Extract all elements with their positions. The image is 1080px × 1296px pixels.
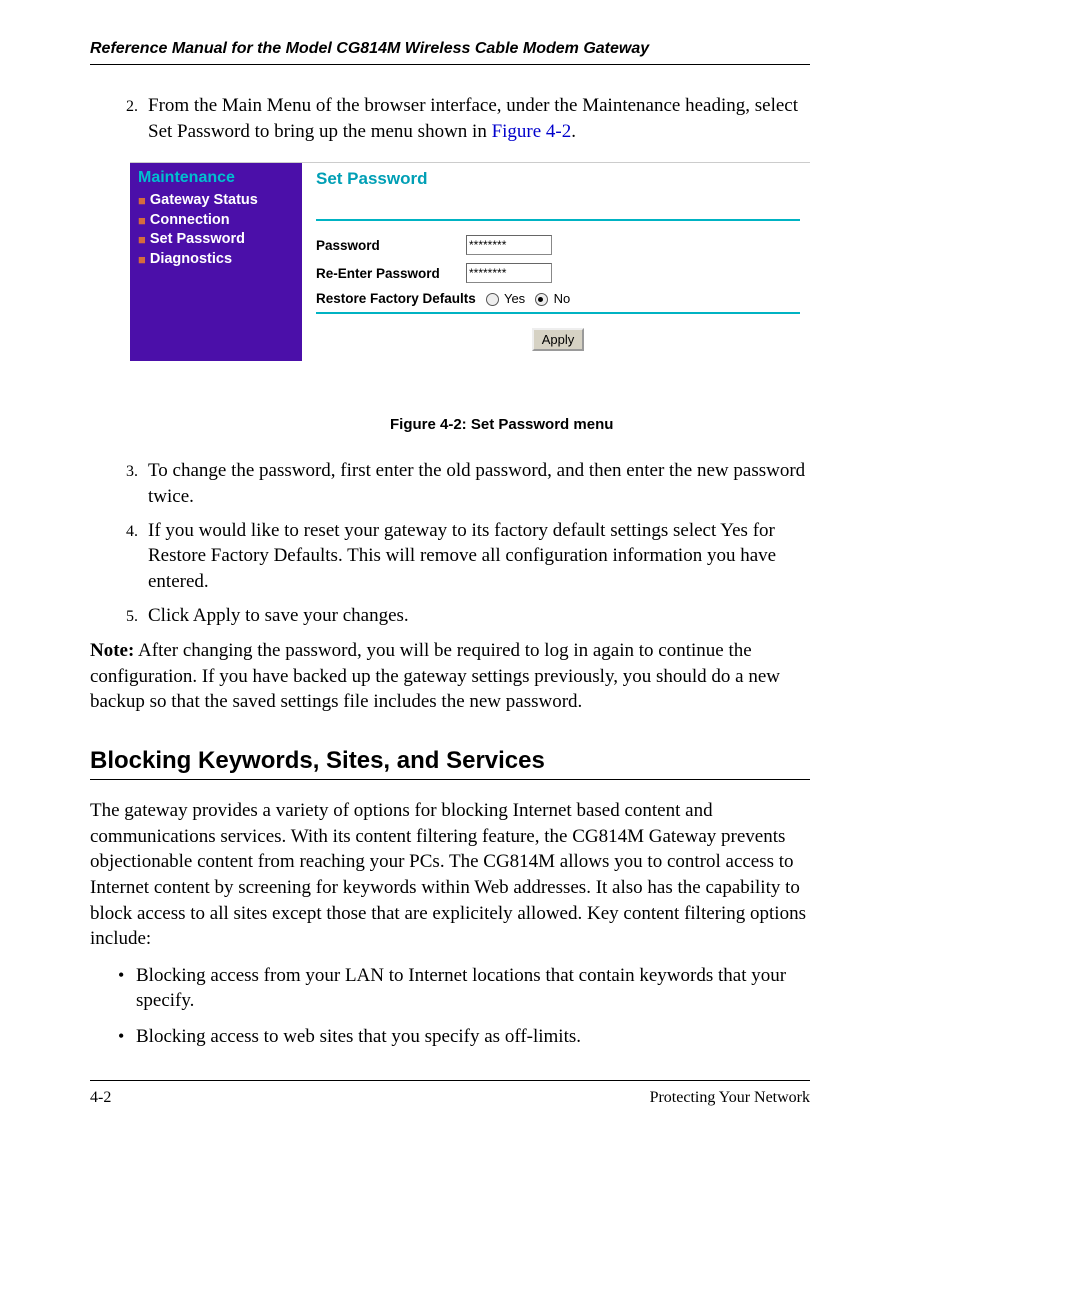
panel-title: Set Password: [316, 169, 800, 189]
bullet-icon: ■: [138, 251, 146, 269]
note-paragraph: Note: After changing the password, you w…: [90, 638, 810, 715]
sidebar-item-gateway-status[interactable]: ■Gateway Status: [138, 191, 294, 211]
sidebar: Maintenance ■Gateway Status ■Connection …: [130, 163, 302, 361]
section-body: The gateway provides a variety of option…: [90, 798, 810, 952]
main-panel: Set Password Password Re-Enter Password …: [302, 163, 810, 361]
sidebar-item-connection[interactable]: ■Connection: [138, 211, 294, 231]
bullet-item: Blocking access to web sites that you sp…: [118, 1025, 810, 1050]
step-list-bottom: To change the password, first enter the …: [90, 458, 810, 628]
restore-label: Restore Factory Defaults: [316, 291, 476, 306]
step-2-text-b: .: [571, 121, 576, 142]
password-input[interactable]: [466, 235, 552, 255]
step-2-text-a: From the Main Menu of the browser interf…: [148, 95, 798, 142]
apply-button[interactable]: Apply: [532, 328, 585, 351]
sidebar-item-diagnostics[interactable]: ■Diagnostics: [138, 250, 294, 270]
figure-caption: Figure 4-2: Set Password menu: [390, 416, 810, 433]
section-heading: Blocking Keywords, Sites, and Services: [90, 747, 810, 780]
step-list-top: From the Main Menu of the browser interf…: [90, 93, 810, 144]
sidebar-item-label: Gateway Status: [150, 191, 258, 211]
ui-screenshot: Maintenance ■Gateway Status ■Connection …: [130, 162, 810, 361]
note-label: Note:: [90, 640, 134, 661]
footer-chapter: Protecting Your Network: [650, 1089, 810, 1107]
reenter-input[interactable]: [466, 263, 552, 283]
divider: [316, 219, 800, 221]
sidebar-item-label: Diagnostics: [150, 250, 232, 270]
divider: [316, 312, 800, 314]
opt-no-label: No: [554, 291, 571, 306]
opt-yes-label: Yes: [504, 291, 525, 306]
reenter-row: Re-Enter Password: [316, 263, 800, 283]
radio-icon: [486, 293, 499, 306]
step-3: To change the password, first enter the …: [142, 458, 810, 509]
step-4: If you would like to reset your gateway …: [142, 518, 810, 595]
figure-link[interactable]: Figure 4-2: [492, 121, 572, 142]
apply-row: Apply: [316, 328, 800, 351]
restore-no-option[interactable]: No: [535, 291, 570, 306]
note-text: After changing the password, you will be…: [90, 640, 780, 712]
radio-checked-icon: [535, 293, 548, 306]
sidebar-item-label: Connection: [150, 211, 230, 231]
step-2: From the Main Menu of the browser interf…: [142, 93, 810, 144]
step-5: Click Apply to save your changes.: [142, 603, 810, 629]
page-footer: 4-2 Protecting Your Network: [90, 1080, 810, 1107]
figure-4-2: Maintenance ■Gateway Status ■Connection …: [130, 162, 810, 433]
bullet-icon: ■: [138, 192, 146, 210]
sidebar-item-label: Set Password: [150, 230, 245, 250]
restore-row: Restore Factory Defaults Yes No: [316, 291, 800, 306]
bullet-icon: ■: [138, 212, 146, 230]
password-row: Password: [316, 235, 800, 255]
password-label: Password: [316, 238, 466, 253]
reenter-label: Re-Enter Password: [316, 266, 466, 281]
sidebar-item-set-password[interactable]: ■Set Password: [138, 230, 294, 250]
page-header: Reference Manual for the Model CG814M Wi…: [90, 40, 810, 65]
sidebar-heading: Maintenance: [138, 169, 294, 187]
bullet-icon: ■: [138, 231, 146, 249]
footer-page-number: 4-2: [90, 1089, 111, 1107]
restore-yes-option[interactable]: Yes: [486, 291, 526, 306]
bullet-list: Blocking access from your LAN to Interne…: [90, 964, 810, 1050]
bullet-item: Blocking access from your LAN to Interne…: [118, 964, 810, 1013]
